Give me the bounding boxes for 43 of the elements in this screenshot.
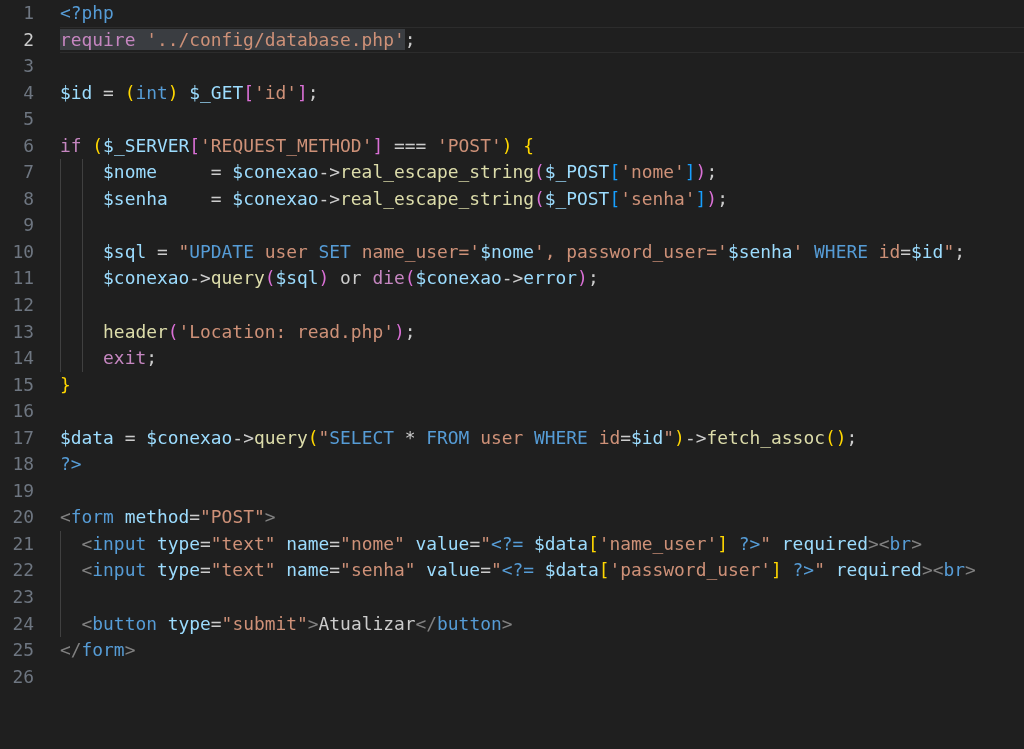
line-number: 23 <box>11 585 34 610</box>
code-line: </form> <box>60 638 136 663</box>
code-line: <button type="submit">Atualizar</button> <box>80 611 513 636</box>
line-number: 21 <box>11 531 34 556</box>
code-line: $id = (int) $_GET['id']; <box>60 80 319 105</box>
line-number: 16 <box>11 399 34 424</box>
line-number: 11 <box>11 266 34 291</box>
line-number: 1 <box>22 1 34 25</box>
line-number: 3 <box>22 54 34 79</box>
line-number: 2 <box>22 27 34 52</box>
code-line: <input type="text" name="senha" value="<?= $data['password_user'] ?>" required><br> <box>80 558 976 583</box>
code-line: $nome = $conexao->real_escape_string($_POST['nome']); <box>102 160 718 185</box>
code-line: <form method="POST"> <box>60 505 276 530</box>
code-line: $data = $conexao->query("SELECT * FROM user WHERE id=$id")->fetch_assoc(); <box>60 425 858 450</box>
line-number: 25 <box>11 638 34 663</box>
line-number: 6 <box>22 133 34 158</box>
code-line: $conexao->query($sql) or die($conexao->error); <box>102 266 599 291</box>
code-line: if ($_SERVER['REQUEST_METHOD'] === 'POST') { <box>60 133 534 158</box>
code-line: exit; <box>102 346 157 371</box>
line-number: 17 <box>11 425 34 450</box>
line-number: 18 <box>11 452 34 477</box>
code-line: <input type="text" name="nome" value="<?= $data['name_user'] ?>" required><br> <box>80 531 922 556</box>
line-number: 9 <box>22 213 34 238</box>
line-number: 5 <box>22 107 34 132</box>
code-line: ?> <box>60 452 82 477</box>
line-number: 8 <box>22 186 34 211</box>
code-line: $senha = $conexao->real_escape_string($_POST['senha']); <box>102 186 728 211</box>
line-number: 12 <box>11 293 34 317</box>
code-line: $sql = "UPDATE user SET name_user='$nome', password_user='$senha' WHERE id=$id"; <box>102 239 965 264</box>
line-number: 15 <box>11 372 34 397</box>
code-line: header('Location: read.php'); <box>102 319 416 344</box>
line-number: 20 <box>11 505 34 530</box>
code-line: } <box>60 372 71 397</box>
line-number: 13 <box>11 319 34 344</box>
line-number: 19 <box>11 478 34 503</box>
line-number: 22 <box>11 558 34 583</box>
code-line: <?php <box>60 1 114 25</box>
line-number: 4 <box>22 80 34 105</box>
line-number: 24 <box>11 611 34 636</box>
line-number: 10 <box>11 239 34 264</box>
line-number: 26 <box>11 664 34 689</box>
line-number: 7 <box>22 160 34 185</box>
line-number: 14 <box>11 346 34 371</box>
